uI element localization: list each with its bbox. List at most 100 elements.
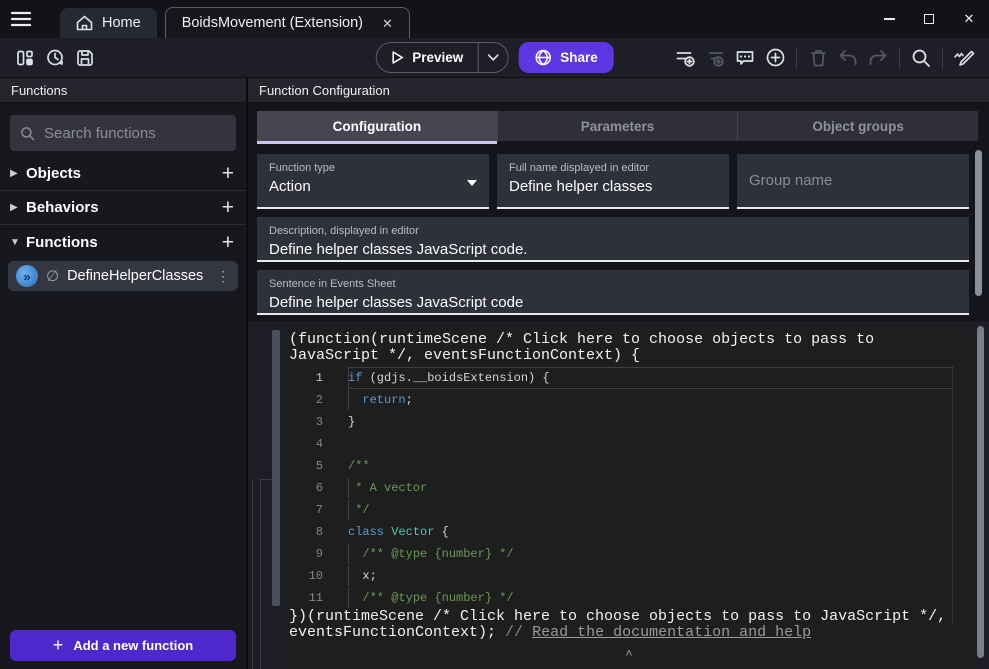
add-object-button[interactable]: + [222,163,234,184]
line-text: return; [348,393,413,407]
comment-icon [735,48,755,68]
search-events-button[interactable] [906,43,936,73]
form-scrollbar[interactable] [975,150,982,296]
content: Functions ▶ Objects + ▶ Behaviors + ▼ Fu… [0,78,989,669]
sidebar-title: Functions [0,78,246,103]
edit-properties-button[interactable] [949,43,979,73]
private-function-icon: ∅ [46,267,59,285]
code-line[interactable]: 3} [285,411,973,433]
add-subevent-button[interactable] [700,43,730,73]
maximize-button[interactable] [909,4,949,34]
events-scrollbar[interactable] [977,326,984,658]
code-line[interactable]: 6 * A vector [285,477,973,499]
line-number: 4 [285,437,323,451]
toolbar-divider [942,47,943,69]
add-function-button[interactable]: + Add a new function [10,630,236,661]
add-event-button[interactable] [670,43,700,73]
code-header[interactable]: (function(runtimeScene /* Click here to … [285,330,950,364]
line-number: 10 [285,569,323,583]
add-circle-button[interactable] [760,43,790,73]
tab-object-groups[interactable]: Object groups [737,111,978,141]
chevron-down-icon: ▼ [10,237,22,248]
function-name: DefineHelperClasses [67,268,203,284]
code-line[interactable]: 4 [285,433,973,455]
code-line[interactable]: 5/** [285,455,973,477]
indent-rail [260,479,273,669]
run-group: Preview Share [375,42,614,73]
sidebar-section-functions[interactable]: ▼ Functions + [0,225,246,259]
minimize-icon [884,18,895,20]
documentation-link[interactable]: Read the documentation and help [532,624,811,641]
undo-button[interactable] [833,43,863,73]
sidebar-section-behaviors[interactable]: ▶ Behaviors + [0,191,246,225]
group-name-field[interactable] [737,154,969,209]
undo-icon [838,49,858,67]
code-line[interactable]: 1if (gdjs.__boidsExtension) { [285,367,973,389]
history-button[interactable] [40,43,70,73]
preview-button[interactable]: Preview [375,42,508,73]
line-text: if (gdjs.__boidsExtension) { [348,371,550,385]
code-line[interactable]: 9 /** @type {number} */ [285,543,973,565]
add-behavior-button[interactable]: + [222,197,234,218]
expand-editor-caret[interactable]: ^ [285,648,973,662]
close-tab-icon[interactable]: ✕ [382,17,393,30]
line-number: 2 [285,393,323,407]
trash-icon [809,48,828,68]
redo-button[interactable] [863,43,893,73]
tab-parameters[interactable]: Parameters [497,111,738,141]
preview-dropdown-button[interactable] [477,43,507,72]
line-number: 8 [285,525,323,539]
tab-label: BoidsMovement (Extension) [182,15,363,31]
window-controls: ✕ [869,4,989,34]
tab-label: Home [102,15,141,31]
event-drag-handle[interactable] [272,330,280,606]
panels-icon [15,48,35,68]
line-text: } [348,415,355,429]
tab-extension[interactable]: BoidsMovement (Extension) ✕ [165,7,410,38]
chevron-right-icon: ▶ [10,168,22,179]
toolbar: Preview Share [0,38,989,78]
redo-icon [868,49,888,67]
share-button[interactable]: Share [518,42,614,73]
full-name-field[interactable]: Full name displayed in editor Define hel… [497,154,729,209]
play-icon [389,50,404,65]
add-function-section-button[interactable]: + [222,232,234,253]
search-box[interactable] [10,115,236,151]
code-lines[interactable]: 1if (gdjs.__boidsExtension) {2 return;3}… [285,367,973,609]
search-input[interactable] [44,125,226,142]
minimize-button[interactable] [869,4,909,34]
tab-configuration[interactable]: Configuration [257,111,497,141]
save-button[interactable] [70,43,100,73]
menu-button[interactable] [0,0,42,38]
function-icon: » [16,265,38,287]
toolbar-divider [796,47,797,69]
tab-home[interactable]: Home [60,8,157,38]
search-icon [911,48,931,68]
code-line[interactable]: 10 x; [285,565,973,587]
sentence-field[interactable]: Sentence in Events Sheet Define helper c… [257,270,969,315]
add-comment-button[interactable] [730,43,760,73]
page-title: Function Configuration [248,78,989,103]
plus-icon: + [53,635,64,656]
globe-icon [534,49,551,66]
search-icon [20,125,35,142]
edit-actions [670,43,979,73]
function-type-select[interactable]: Function type Action [257,154,489,209]
sidebar-section-objects[interactable]: ▶ Objects + [0,157,246,191]
config-tabs: Configuration Parameters Object groups [257,111,978,141]
open-panels-button[interactable] [10,43,40,73]
dropdown-caret-icon [467,180,477,186]
code-line[interactable]: 8class Vector { [285,521,973,543]
description-field[interactable]: Description, displayed in editor Define … [257,217,969,262]
line-text: /** @type {number} */ [348,547,514,561]
js-code-editor[interactable]: (function(runtimeScene /* Click here to … [285,330,973,669]
delete-button[interactable] [803,43,833,73]
item-menu-icon[interactable]: ⋮ [216,268,230,285]
share-label: Share [560,50,598,65]
group-name-input[interactable] [749,172,957,189]
code-line[interactable]: 11 /** @type {number} */ [285,587,973,609]
function-list-item[interactable]: » ∅ DefineHelperClasses ⋮ [8,261,238,291]
code-line[interactable]: 7 */ [285,499,973,521]
close-window-button[interactable]: ✕ [949,4,989,34]
code-line[interactable]: 2 return; [285,389,973,411]
